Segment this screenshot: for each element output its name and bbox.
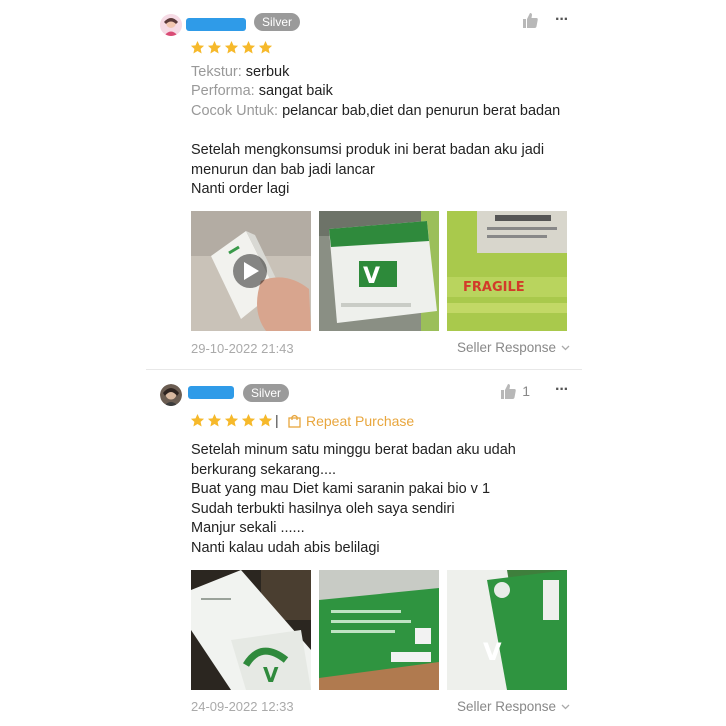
attribute-suitable-for: Cocok Untuk: pelancar bab,diet dan penur…	[191, 102, 560, 122]
seller-response-label: Seller Response	[456, 699, 556, 714]
review-image[interactable]	[319, 570, 439, 690]
star-icon	[258, 413, 273, 427]
star-icon	[207, 40, 222, 54]
review-media: V FRAGILE	[191, 211, 567, 331]
review-image[interactable]: V	[191, 570, 311, 690]
star-icon	[241, 413, 256, 427]
star-icon	[190, 40, 205, 54]
seller-response-toggle[interactable]: Seller Response	[457, 340, 570, 355]
review-date: 24-09-2022 12:33	[191, 699, 294, 714]
review-text: Setelah mengkonsumsi produk ini berat ba…	[191, 142, 545, 197]
status-badge: Silver	[254, 13, 301, 31]
attribute-key: Tekstur:	[191, 64, 242, 80]
star-icon	[258, 40, 273, 54]
seller-response-label: Seller Response	[456, 340, 556, 355]
attribute-value: pelancar bab,diet dan penurun berat bada…	[282, 103, 561, 119]
review-image[interactable]: V	[319, 211, 439, 331]
like-count: 1	[522, 383, 530, 399]
attribute-value: serbuk	[245, 64, 290, 80]
avatar[interactable]	[160, 384, 182, 406]
avatar[interactable]	[160, 14, 182, 36]
review-image[interactable]: V	[447, 570, 567, 690]
repeat-purchase-tag: Repeat Purchase	[288, 413, 414, 429]
star-rating	[190, 413, 273, 428]
star-icon	[224, 40, 239, 54]
review-video-thumbnail[interactable]	[191, 211, 311, 331]
bag-icon	[288, 414, 301, 428]
review-text: Setelah minum satu minggu berat badan ak…	[191, 442, 516, 556]
thumbs-up-icon[interactable]	[500, 384, 516, 404]
svg-text:V: V	[483, 638, 502, 666]
review-card: Silver ··· Tekstur: serbuk Performa: san…	[146, 0, 582, 370]
star-icon	[190, 413, 205, 427]
svg-text:V: V	[363, 264, 380, 289]
star-icon	[241, 40, 256, 54]
username-redacted[interactable]	[188, 386, 234, 399]
thumbs-up-icon[interactable]	[522, 13, 538, 33]
attribute-value: sangat baik	[258, 83, 333, 99]
attribute-key: Cocok Untuk:	[191, 103, 279, 119]
repeat-purchase-label: Repeat Purchase	[306, 413, 415, 429]
attribute-key: Performa:	[191, 83, 255, 99]
star-icon	[224, 413, 239, 427]
svg-text:FRAGILE: FRAGILE	[463, 280, 525, 295]
review-date: 29-10-2022 21:43	[191, 341, 294, 356]
svg-text:V: V	[263, 663, 279, 687]
status-badge: Silver	[243, 384, 290, 402]
separator: |	[275, 412, 279, 428]
attribute-performance: Performa: sangat baik	[191, 82, 333, 102]
star-icon	[207, 413, 222, 427]
attribute-texture: Tekstur: serbuk	[191, 63, 289, 83]
review-card: Silver 1 ··· | Repeat Purchase Setelah m…	[146, 370, 582, 726]
more-icon[interactable]: ···	[555, 381, 569, 399]
seller-response-toggle[interactable]: Seller Response	[457, 699, 570, 714]
chevron-down-icon	[561, 704, 570, 709]
star-rating	[190, 40, 273, 55]
chevron-down-icon	[561, 345, 570, 350]
review-media: V V	[191, 570, 567, 690]
username-redacted[interactable]	[186, 18, 246, 31]
more-icon[interactable]: ···	[555, 11, 569, 29]
review-image[interactable]: FRAGILE	[447, 211, 567, 331]
